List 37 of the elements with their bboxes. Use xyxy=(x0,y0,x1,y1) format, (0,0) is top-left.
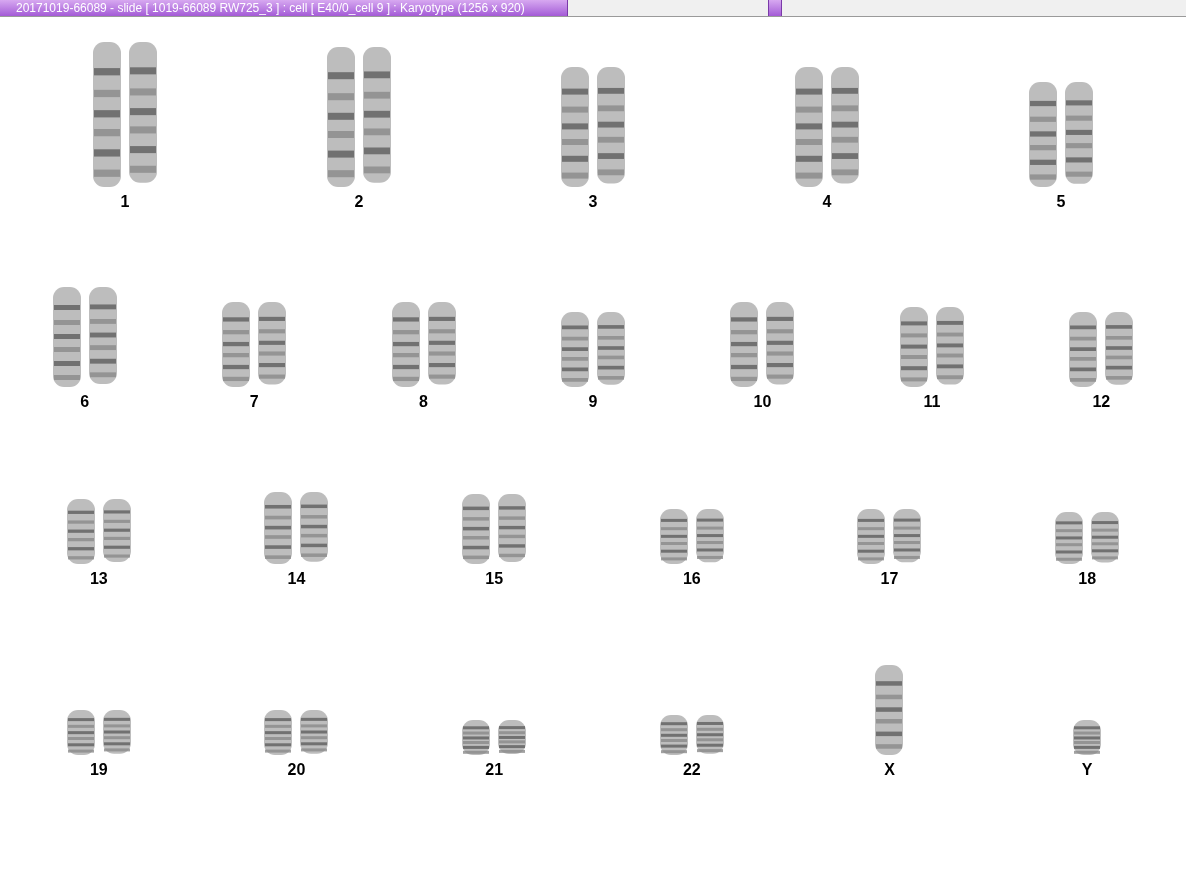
chromosome-label: 6 xyxy=(80,393,90,411)
chromosome-label: 12 xyxy=(1092,393,1111,411)
chromosome-drawing xyxy=(1073,720,1102,755)
chromosome-pair-drawing xyxy=(659,715,724,755)
chromosome-pair-drawing xyxy=(66,710,131,755)
chromosome-pair-drawing xyxy=(462,720,527,755)
chromosome-label: 19 xyxy=(89,761,108,779)
chromosome-label: 1 xyxy=(120,193,130,211)
chromosome-label: 14 xyxy=(287,570,306,588)
chromosome-label: 16 xyxy=(682,570,701,588)
chromosome-pair-drawing xyxy=(66,499,131,564)
chromosome-label: 3 xyxy=(588,193,598,211)
chromosome-label: 7 xyxy=(249,393,259,411)
chromosome-pair-drawing xyxy=(462,494,527,564)
chromosome-label: 9 xyxy=(588,393,598,411)
chromosome-label: X xyxy=(884,761,895,779)
chromosome-pair-drawing xyxy=(659,509,724,564)
chromosome-label: 2 xyxy=(354,193,364,211)
tab-marker[interactable] xyxy=(768,0,782,16)
chromosome-pair-drawing xyxy=(1055,512,1120,564)
chromosome-label: Y xyxy=(1081,761,1093,779)
chromosome-label: 10 xyxy=(753,393,772,411)
chromosome-label: 22 xyxy=(682,761,701,779)
chromosome-label: 21 xyxy=(485,761,504,779)
chromosome-label: 11 xyxy=(923,393,941,411)
chromosome-label: 20 xyxy=(287,761,306,779)
chromosome-label: 15 xyxy=(485,570,504,588)
chromosome-pair-drawing xyxy=(264,492,329,564)
chromosome-label: 5 xyxy=(1056,193,1066,211)
chromosome-label: 4 xyxy=(822,193,832,211)
chromosome-pair-drawing xyxy=(264,710,329,755)
title-tab[interactable]: 20171019-66089 - slide [ 1019-66089 RW725_3 ] : cell [ E40/0_cell 9 ] : Karyotype (1256 x 920) xyxy=(0,0,568,16)
chromosome-label: 13 xyxy=(89,570,108,588)
chromosome-label: 17 xyxy=(880,570,899,588)
chromosome-pair-drawing xyxy=(857,509,922,564)
chromosome-label: 8 xyxy=(419,393,428,411)
chromosome-label: 18 xyxy=(1078,570,1097,588)
